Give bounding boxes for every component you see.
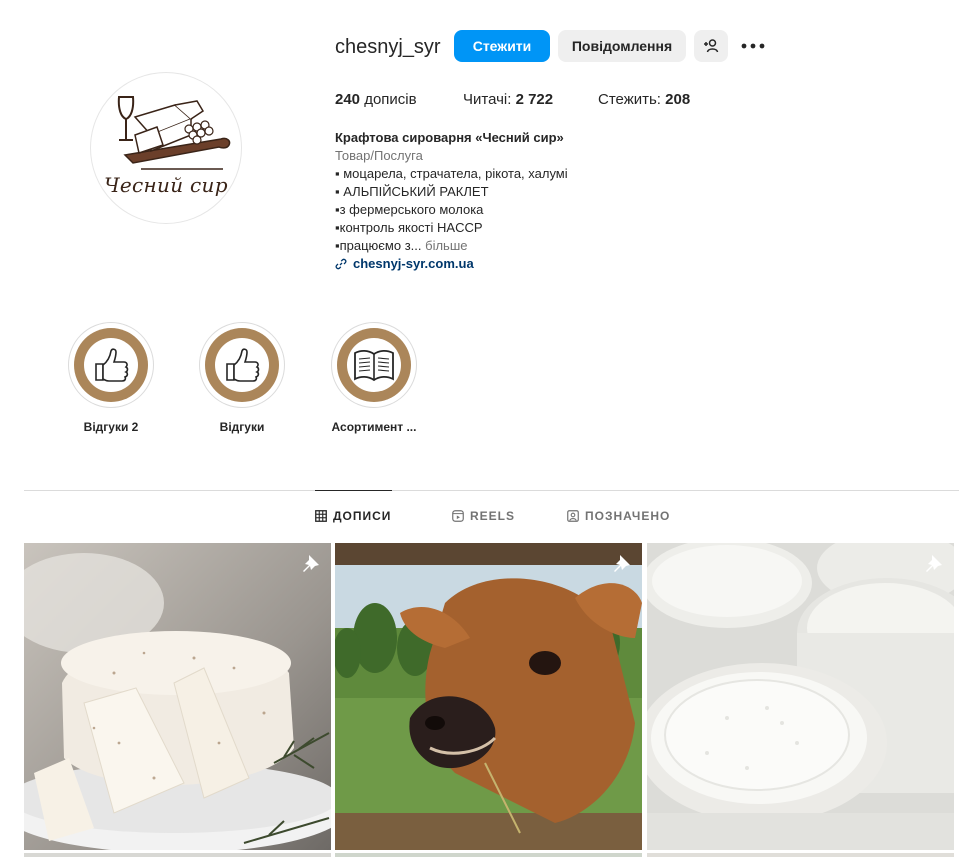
bio-name: Крафтова сироварня «Чесний сир» bbox=[335, 130, 564, 145]
post-thumbnail-next-row[interactable] bbox=[335, 853, 642, 857]
message-button[interactable]: Повідомлення bbox=[558, 30, 686, 62]
tab-label: ДОПИСИ bbox=[333, 509, 392, 523]
thumbs-up-icon bbox=[226, 348, 260, 382]
tab-reels[interactable]: REELS bbox=[452, 509, 515, 523]
post-thumbnail-ricotta-cups[interactable] bbox=[647, 543, 954, 850]
bio-line: ▪ АЛЬПІЙСЬКИЙ РАКЛЕТ bbox=[335, 184, 489, 199]
avatar-brand-text: Чесний сир bbox=[104, 173, 228, 197]
followers-count[interactable]: Читачі: 2 722 bbox=[463, 91, 598, 108]
bio-line: ▪з фермерського молока bbox=[335, 202, 484, 217]
highlight-cover bbox=[205, 328, 279, 402]
posts-count: 240 дописів bbox=[335, 91, 417, 108]
open-book-icon bbox=[354, 349, 394, 382]
highlight-reviews-2[interactable]: Відгуки 2 bbox=[68, 322, 154, 434]
username: chesnyj_syr bbox=[335, 36, 441, 58]
highlight-cover bbox=[74, 328, 148, 402]
post-thumbnail-ricotta[interactable] bbox=[24, 543, 331, 850]
more-horizontal-icon bbox=[741, 43, 765, 49]
bio-more-link[interactable]: більше bbox=[422, 238, 467, 253]
post-thumbnail-calf[interactable] bbox=[335, 543, 642, 850]
tab-label: ПОЗНАЧЕНО bbox=[585, 509, 671, 523]
thumbs-up-icon bbox=[95, 348, 129, 382]
bio-website-link[interactable]: chesnyj-syr.com.ua bbox=[335, 255, 568, 273]
highlight-reviews[interactable]: Відгуки bbox=[199, 322, 285, 434]
ricotta-cheese-photo bbox=[24, 543, 331, 850]
active-tab-indicator bbox=[315, 490, 392, 491]
highlight-assortment[interactable]: Асортимент ... bbox=[331, 322, 417, 434]
tabs-divider bbox=[24, 490, 959, 491]
highlight-ring bbox=[331, 322, 417, 408]
profile-stats: 240 дописів Читачі: 2 722 Стежить: 208 bbox=[335, 91, 690, 108]
suggest-accounts-button[interactable] bbox=[694, 30, 728, 62]
bio-link-text: chesnyj-syr.com.ua bbox=[353, 256, 474, 271]
highlight-ring bbox=[199, 322, 285, 408]
following-count[interactable]: Стежить: 208 bbox=[598, 91, 690, 108]
reels-icon bbox=[452, 510, 464, 522]
bio-truncated-text: ▪працюємо з... bbox=[335, 238, 422, 253]
highlight-core bbox=[215, 338, 269, 392]
bio-category: Товар/Послуга bbox=[335, 148, 423, 163]
grid-icon bbox=[315, 510, 327, 522]
calf-photo bbox=[335, 543, 642, 850]
bio-line-truncated: ▪працюємо з... більше bbox=[335, 237, 568, 255]
highlight-core bbox=[347, 338, 401, 392]
highlight-label: Асортимент ... bbox=[331, 420, 417, 434]
cheese-board-logo bbox=[117, 96, 231, 170]
follow-button[interactable]: Стежити bbox=[454, 30, 550, 62]
link-icon bbox=[335, 258, 347, 270]
tagged-icon bbox=[567, 510, 579, 522]
highlight-label: Відгуки bbox=[219, 420, 265, 434]
highlight-ring bbox=[68, 322, 154, 408]
ricotta-cups-photo bbox=[647, 543, 954, 850]
highlight-core bbox=[84, 338, 138, 392]
tab-label: REELS bbox=[470, 509, 516, 523]
highlight-cover bbox=[337, 328, 411, 402]
bio-line: ▪ моцарела, страчатела, рікота, халумі bbox=[335, 166, 568, 181]
tab-posts[interactable]: ДОПИСИ bbox=[315, 509, 391, 523]
profile-avatar[interactable]: Чесний сир bbox=[90, 72, 242, 224]
more-options-button[interactable] bbox=[740, 32, 766, 60]
profile-bio: Крафтова сироварня «Чесний сир» Товар/По… bbox=[335, 129, 568, 273]
tab-tagged[interactable]: ПОЗНАЧЕНО bbox=[567, 509, 670, 523]
person-plus-icon bbox=[704, 39, 719, 53]
post-thumbnail-next-row[interactable] bbox=[24, 853, 331, 857]
bio-line: ▪контроль якості HACCP bbox=[335, 220, 483, 235]
post-thumbnail-next-row[interactable] bbox=[647, 853, 954, 857]
highlight-label: Відгуки 2 bbox=[83, 420, 139, 434]
